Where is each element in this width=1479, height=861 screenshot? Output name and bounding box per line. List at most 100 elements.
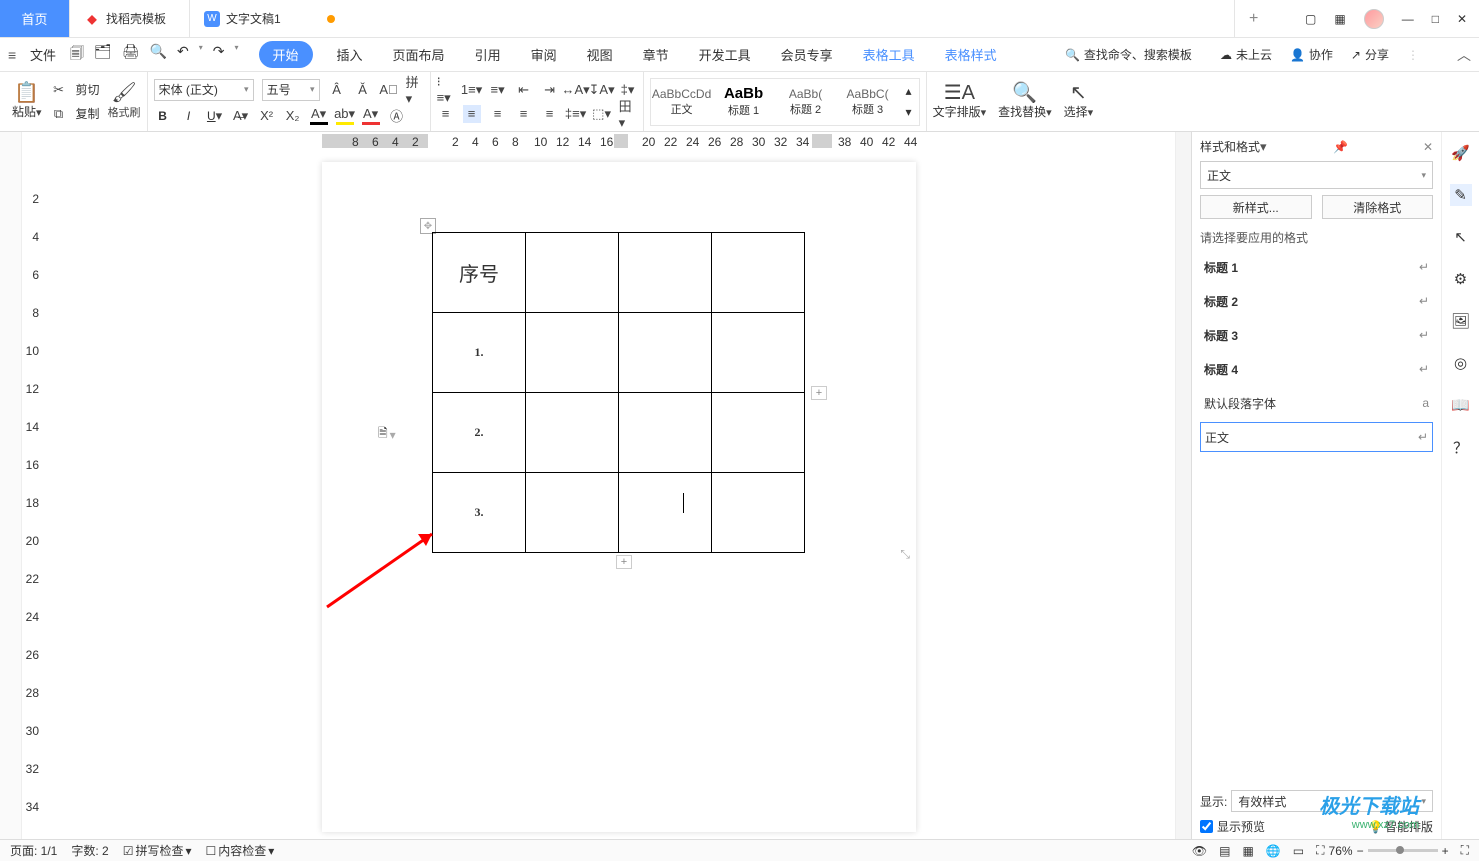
close-button[interactable]: ✕	[1457, 12, 1467, 26]
style-gallery-item[interactable]: AaBbC(标题 3	[839, 81, 897, 123]
ribbon-tab[interactable]: 开发工具	[693, 41, 757, 68]
rail-pencil-icon[interactable]: ✎	[1450, 184, 1472, 206]
status-page[interactable]: 页面: 1/1	[10, 842, 57, 859]
strike-icon[interactable]: A̶▾	[232, 107, 250, 125]
align-left-icon[interactable]: ≡	[437, 105, 455, 123]
line-height-icon[interactable]: ‡≡▾	[567, 105, 585, 123]
font-size-combo[interactable]: 五号▾	[262, 79, 320, 101]
phonetic-icon[interactable]: 拼▾	[406, 81, 424, 99]
avatar[interactable]	[1364, 9, 1384, 29]
style-gallery-item[interactable]: AaBb(标题 2	[777, 81, 835, 123]
style-list-item[interactable]: 标题 4↵	[1200, 354, 1433, 384]
tab-document[interactable]: W 文字文稿1	[190, 0, 1235, 37]
style-gallery[interactable]: AaBbCcDd正文AaBb标题 1AaBb(标题 2AaBbC(标题 3▴▾	[650, 78, 920, 126]
fullscreen-icon[interactable]: ⛶	[1461, 843, 1469, 858]
command-search[interactable]: 🔍 查找命令、搜索模板	[1065, 46, 1192, 63]
eye-icon[interactable]: 👁	[1192, 844, 1207, 858]
rail-help-icon[interactable]: ？	[1450, 436, 1472, 458]
content-check-toggle[interactable]: ☐内容检查▾	[206, 842, 275, 859]
italic-icon[interactable]: I	[180, 107, 198, 125]
font-family-combo[interactable]: 宋体 (正文)▾	[154, 79, 254, 101]
style-list-item[interactable]: 标题 3↵	[1200, 320, 1433, 350]
ribbon-tab[interactable]: 视图	[581, 41, 619, 68]
document-table[interactable]: 序号 1. 2. 3.	[432, 232, 805, 553]
rail-image-icon[interactable]: 🖼	[1450, 310, 1472, 332]
indent-dec-icon[interactable]: ⇤	[515, 81, 533, 99]
font-fill-icon[interactable]: A▾	[362, 107, 380, 125]
align-justify-icon[interactable]: ≡	[515, 105, 533, 123]
close-pane-icon[interactable]: ✕	[1423, 140, 1433, 154]
subscript-icon[interactable]: X₂	[284, 107, 302, 125]
table-resize-handle[interactable]: ⤡	[900, 547, 910, 562]
bullets-icon[interactable]: ⁝≡▾	[437, 81, 455, 99]
pin-icon[interactable]: 📌	[1333, 140, 1348, 154]
style-list-item[interactable]: 默认段落字体a	[1200, 388, 1433, 418]
ribbon-tab[interactable]: 章节	[637, 41, 675, 68]
clear-format-button[interactable]: 清除格式	[1322, 195, 1434, 219]
vertical-scrollbar[interactable]	[1175, 132, 1191, 839]
ribbon-tab[interactable]: 引用	[469, 41, 507, 68]
layout2-icon[interactable]: ▦	[1334, 12, 1345, 26]
print-icon[interactable]: 🖨	[122, 43, 140, 67]
vertical-ruler[interactable]: 24681012141618202224262830323436	[22, 132, 42, 839]
show-preview-checkbox[interactable]	[1200, 820, 1213, 833]
spellcheck-toggle[interactable]: ☑拼写检查▾	[123, 842, 192, 859]
tab-home[interactable]: 首页	[0, 0, 70, 37]
tab-templates[interactable]: ◆ 找稻壳模板	[70, 0, 190, 37]
table-add-row[interactable]: +	[616, 555, 632, 569]
char-border-icon[interactable]: Ⓐ	[388, 107, 406, 125]
superscript-icon[interactable]: X²	[258, 107, 276, 125]
rail-slider-icon[interactable]: ⚙	[1450, 268, 1472, 290]
open-icon[interactable]: 🗂	[94, 43, 112, 67]
style-list-item[interactable]: 正文↵	[1200, 422, 1433, 452]
paste-button[interactable]: 📋 粘贴▾	[12, 83, 42, 120]
shading-icon[interactable]: ⬚▾	[593, 105, 611, 123]
align-center-icon[interactable]: ≡	[463, 105, 481, 123]
redo-icon[interactable]: ↷	[213, 43, 225, 67]
borders-icon[interactable]: 田▾	[619, 105, 637, 123]
view-outline-icon[interactable]: 🌐	[1266, 844, 1281, 858]
zoom-control[interactable]: ⛶ 76% − +	[1316, 843, 1448, 858]
status-words[interactable]: 字数: 2	[71, 842, 108, 859]
rail-cursor-icon[interactable]: ↖	[1450, 226, 1472, 248]
file-menu[interactable]: 文件	[30, 45, 56, 64]
undo-icon[interactable]: ↶	[177, 43, 189, 67]
collapse-ribbon-icon[interactable]: ︿	[1457, 45, 1471, 65]
select-button[interactable]: ↖选择▾	[1064, 83, 1094, 120]
share[interactable]: ↗分享	[1351, 46, 1389, 63]
sort-icon[interactable]: ↧A▾	[593, 81, 611, 99]
rail-book-icon[interactable]: 📖	[1450, 394, 1472, 416]
cloud-upload[interactable]: ☁未上云	[1220, 46, 1272, 63]
format-painter-button[interactable]: 🖌 格式刷	[108, 84, 141, 120]
layout1-icon[interactable]: ▢	[1305, 12, 1316, 26]
zoom-in-icon[interactable]: +	[1442, 844, 1449, 858]
ribbon-tab[interactable]: 表格样式	[939, 41, 1003, 68]
rail-rocket-icon[interactable]: 🚀	[1450, 142, 1472, 164]
underline-icon[interactable]: U▾	[206, 107, 224, 125]
insert-side-button[interactable]: 🗎▾	[378, 424, 396, 445]
highlight-icon[interactable]: ab▾	[336, 107, 354, 125]
style-list-item[interactable]: 标题 1↵	[1200, 252, 1433, 282]
current-style-combo[interactable]: 正文▾	[1200, 161, 1433, 189]
maximize-button[interactable]: □	[1432, 12, 1439, 26]
ribbon-tab[interactable]: 审阅	[525, 41, 563, 68]
ribbon-tab[interactable]: 页面布局	[387, 41, 451, 68]
new-style-button[interactable]: 新样式...	[1200, 195, 1312, 219]
rail-target-icon[interactable]: ◎	[1450, 352, 1472, 374]
bold-icon[interactable]: B	[154, 107, 172, 125]
text-layout-button[interactable]: ☰A文字排版▾	[933, 83, 987, 120]
ribbon-tab[interactable]: 开始	[259, 41, 313, 68]
numbering-icon[interactable]: 1≡▾	[463, 81, 481, 99]
preview-icon[interactable]: 🔍	[150, 43, 167, 67]
view-page-icon[interactable]: ▤	[1219, 844, 1230, 858]
style-gallery-more[interactable]: ▴▾	[901, 81, 917, 123]
view-read-icon[interactable]: ▦	[1242, 844, 1253, 858]
alignv-icon[interactable]: ≡▾	[489, 81, 507, 99]
zoom-fit-icon[interactable]: ⛶	[1316, 843, 1324, 858]
shrink-font-icon[interactable]: Ǎ	[354, 81, 372, 99]
cooperate[interactable]: 👤协作	[1290, 46, 1333, 63]
cut-button[interactable]: ✂剪切	[50, 81, 100, 99]
copy-button[interactable]: ⧉复制	[50, 105, 100, 123]
save-icon[interactable]: 🗐	[70, 43, 84, 67]
align-dist-icon[interactable]: ≡	[541, 105, 559, 123]
